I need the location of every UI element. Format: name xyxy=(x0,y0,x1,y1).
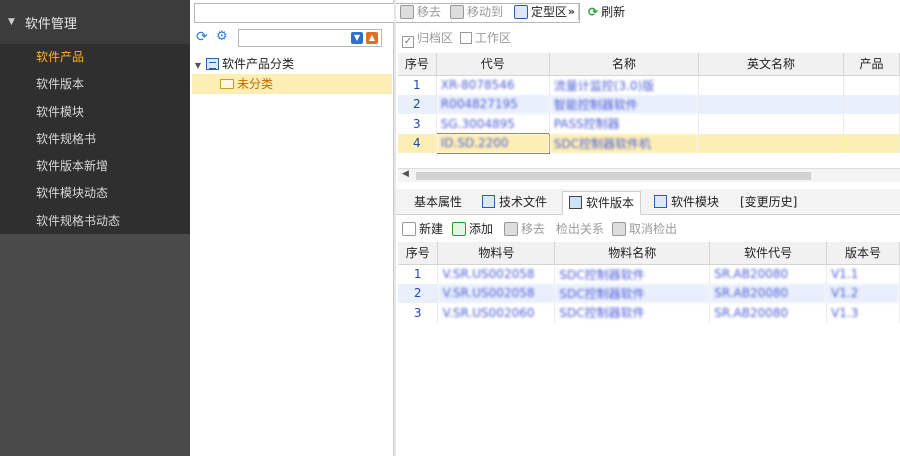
cancel-checkout-button[interactable]: 取消检出 xyxy=(612,220,677,238)
table-row[interactable]: 2 R004827195 智能控制器软件 xyxy=(398,94,900,114)
category-tree: ▼ 软件产品分类 未分类 xyxy=(192,54,392,94)
refresh-button[interactable]: ⟳ 刷新 xyxy=(588,3,625,21)
main-toolbar: 移去 移动到 定型区 ⟳ 刷新 xyxy=(396,0,900,24)
column-header[interactable]: 序号 xyxy=(398,53,437,76)
tree-child-label: 未分类 xyxy=(237,77,274,91)
scroll-left-icon[interactable]: ◀ xyxy=(402,169,409,179)
tab-software-versions[interactable]: 软件版本 xyxy=(562,191,642,215)
table-row[interactable]: 1 XR-8078546 流量计监控(3.0)版 xyxy=(398,75,900,95)
add-button[interactable]: 添加 xyxy=(452,220,493,238)
nav-item-software-module[interactable]: 软件模块 xyxy=(0,99,190,126)
nav-item-version-add[interactable]: 软件版本新增 xyxy=(0,153,190,180)
table-row-selected[interactable]: 4 ID.SD.2200 SDC控制器软件机 xyxy=(398,133,900,154)
tab-technical-files[interactable]: 技术文件 xyxy=(476,191,553,215)
remove-button[interactable]: 移去 xyxy=(504,220,545,238)
nav-list: 软件产品 软件版本 软件模块 软件规格书 软件版本新增 软件模块动态 软件规格书… xyxy=(0,44,190,234)
area-toolbar: ✓ 归档区 工作区 xyxy=(396,26,900,74)
lock-icon xyxy=(612,222,626,236)
toolbar-separator xyxy=(578,4,579,20)
triangle-down-icon[interactable]: ▼ xyxy=(192,56,204,76)
catalog-icon xyxy=(206,58,219,70)
tree-node-uncategorized[interactable]: 未分类 xyxy=(192,74,392,94)
tree-node-root[interactable]: ▼ 软件产品分类 xyxy=(192,54,392,74)
locate-icon xyxy=(514,5,528,19)
pick-area-button[interactable]: 定型区 xyxy=(514,3,567,21)
column-header[interactable]: 代号 xyxy=(436,53,550,76)
table-row[interactable]: 2 V.SR.US002058 SDC控制器软件 SR.AB20080 V1.2 xyxy=(398,283,900,303)
column-header[interactable]: 序号 xyxy=(398,242,439,265)
column-header[interactable]: 产品 xyxy=(843,53,900,76)
tab-change-history[interactable]: [变更历史] xyxy=(734,191,803,215)
table-row[interactable]: 3 V.SR.US002060 SDC控制器软件 SR.AB20080 V1.3 xyxy=(398,303,900,323)
column-header[interactable]: 版本号 xyxy=(826,242,900,265)
document-icon xyxy=(482,195,495,208)
nav-item-module-dynamics[interactable]: 软件模块动态 xyxy=(0,180,190,207)
document-icon xyxy=(504,222,518,236)
arrow-up-icon[interactable]: ▲ xyxy=(366,32,378,44)
main-pane: 移去 移动到 定型区 ⟳ 刷新 ✓ 归档区 工作区 序号 代号 名称 英文名称 产品… xyxy=(396,0,900,456)
sync-icon[interactable]: ⟳ xyxy=(196,29,208,45)
folder-icon xyxy=(220,79,234,89)
archive-area-checkbox[interactable]: ✓ 归档区 xyxy=(402,29,453,48)
caret-down-icon: ▼ xyxy=(8,17,15,27)
add-icon xyxy=(452,222,466,236)
table-row[interactable]: 3 SG.3004895 PASS控制器 xyxy=(398,114,900,134)
column-header[interactable]: 英文名称 xyxy=(698,53,844,76)
refresh-icon: ⟳ xyxy=(588,5,599,19)
column-header[interactable]: 物料名称 xyxy=(554,242,711,265)
column-header[interactable]: 物料号 xyxy=(437,242,556,265)
nav-item-software-product[interactable]: 软件产品 xyxy=(0,44,190,71)
column-header[interactable]: 软件代号 xyxy=(709,242,828,265)
detail-tabs: 基本属性 技术文件 软件版本 软件模块 [变更历史] xyxy=(396,189,900,215)
version-grid: 序号 物料号 物料名称 软件代号 版本号 1 V.SR.US002058 SDC… xyxy=(398,242,900,456)
category-tree-pane: » ⟳ ⚙ ▼ ▲ ▼ 软件产品分类 未分类 xyxy=(190,0,580,456)
nav-item-spec-dynamics[interactable]: 软件规格书动态 xyxy=(0,208,190,235)
nav-item-software-version[interactable]: 软件版本 xyxy=(0,71,190,98)
product-grid: 序号 代号 名称 英文名称 产品 1 XR-8078546 流量计监控(3.0)… xyxy=(398,53,900,168)
tab-basic-attributes[interactable]: 基本属性 xyxy=(408,191,468,215)
move-to-button[interactable]: 移动到 xyxy=(450,3,503,21)
disc-icon xyxy=(569,196,582,209)
table-row[interactable]: 1 V.SR.US002058 SDC控制器软件 SR.AB20080 V1.1 xyxy=(398,264,900,284)
nav-item-software-spec[interactable]: 软件规格书 xyxy=(0,126,190,153)
move-icon xyxy=(450,5,464,19)
settings-icon[interactable]: ⚙ xyxy=(216,29,228,44)
scroll-thumb[interactable] xyxy=(416,172,811,180)
document-icon xyxy=(400,5,414,19)
checkout-relation-button[interactable]: 检出关系 xyxy=(556,220,604,238)
work-area-checkbox[interactable]: 工作区 xyxy=(460,29,511,47)
new-document-icon xyxy=(402,222,416,236)
module-icon xyxy=(654,195,667,208)
horizontal-scrollbar[interactable]: ◀ xyxy=(398,168,900,182)
column-header[interactable]: 名称 xyxy=(549,53,700,76)
tree-root-label: 软件产品分类 xyxy=(222,57,295,71)
version-toolbar: 新建 添加 移去 检出关系 取消检出 xyxy=(396,217,900,241)
nav-group-header[interactable]: ▼ 软件管理 xyxy=(0,0,190,44)
tree-search-input[interactable]: ▼ ▲ xyxy=(238,29,382,47)
arrow-down-icon[interactable]: ▼ xyxy=(351,32,363,44)
checkmark-icon: ✓ xyxy=(402,36,414,48)
nav-group-title: 软件管理 xyxy=(24,16,77,32)
sidebar: ▼ 软件管理 软件产品 软件版本 软件模块 软件规格书 软件版本新增 软件模块动… xyxy=(0,0,190,456)
tab-software-modules[interactable]: 软件模块 xyxy=(648,191,725,215)
tree-toolbar: ⟳ ⚙ ▼ ▲ xyxy=(190,26,394,50)
new-button[interactable]: 新建 xyxy=(402,220,443,238)
move-out-button[interactable]: 移去 xyxy=(400,3,441,21)
